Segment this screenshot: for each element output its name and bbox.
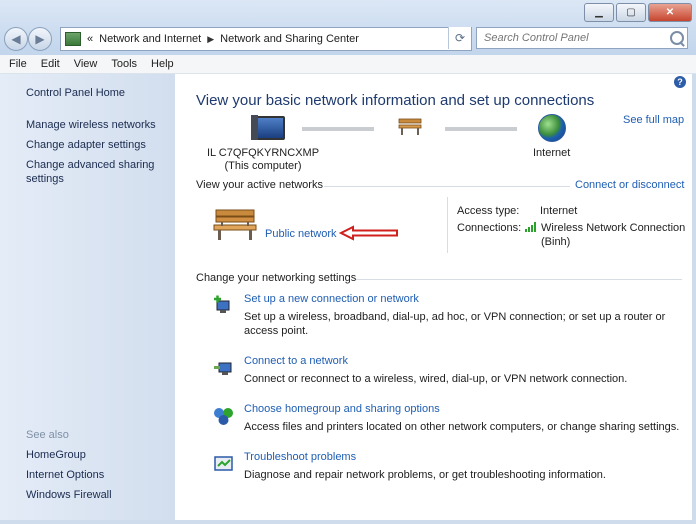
internet-options-link[interactable]: Internet Options bbox=[26, 468, 104, 482]
recent-locations-chevron[interactable]: « bbox=[87, 33, 93, 45]
bench-icon bbox=[398, 118, 422, 135]
maximize-button[interactable]: ▢ bbox=[616, 3, 646, 22]
internet-globe-icon bbox=[538, 114, 566, 142]
public-network-link[interactable]: Public network bbox=[265, 228, 337, 240]
access-type-label: Access type: bbox=[457, 205, 520, 217]
control-panel-home-link[interactable]: Control Panel Home bbox=[26, 86, 125, 100]
homegroup-sharing-description: Access files and printers located on oth… bbox=[244, 421, 680, 433]
main-content: ? View your basic network information an… bbox=[175, 74, 692, 520]
search-box[interactable] bbox=[476, 27, 688, 49]
menu-bar: File Edit View Tools Help bbox=[0, 55, 696, 74]
public-network-bench-icon bbox=[213, 209, 257, 240]
connect-to-network-link[interactable]: Connect to a network bbox=[244, 355, 348, 367]
wireless-connection-name-link[interactable]: (Binh) bbox=[541, 236, 570, 248]
change-advanced-sharing-link-line2[interactable]: settings bbox=[26, 172, 64, 186]
section-divider bbox=[356, 279, 682, 280]
manage-wireless-networks-link[interactable]: Manage wireless networks bbox=[26, 118, 156, 132]
back-arrow-icon: ◀ bbox=[11, 32, 21, 46]
menu-view[interactable]: View bbox=[67, 58, 105, 70]
forward-arrow-icon: ▶ bbox=[35, 32, 45, 46]
homegroup-link[interactable]: HomeGroup bbox=[26, 448, 86, 462]
back-button[interactable]: ◀ bbox=[4, 27, 28, 51]
window-controls: ▁ ▢ ✕ bbox=[584, 3, 692, 22]
computer-icon bbox=[251, 115, 285, 140]
setup-connection-icon bbox=[214, 295, 230, 313]
menu-tools[interactable]: Tools bbox=[104, 58, 144, 70]
computer-name-text: IL C7QFQKYRNCXMP bbox=[206, 147, 320, 159]
menu-edit[interactable]: Edit bbox=[34, 58, 67, 70]
change-advanced-sharing-link[interactable]: Change advanced sharing bbox=[26, 158, 154, 172]
title-bar: ▁ ▢ ✕ ◀ ▶ « Network and Internet ▶ Netwo… bbox=[0, 0, 696, 56]
connect-to-network-description: Connect or reconnect to a wireless, wire… bbox=[244, 373, 628, 385]
see-full-map-link[interactable]: See full map bbox=[623, 114, 684, 126]
active-networks-heading: View your active networks bbox=[196, 179, 323, 191]
connect-network-icon bbox=[214, 362, 232, 375]
troubleshoot-link[interactable]: Troubleshoot problems bbox=[244, 451, 356, 463]
refresh-button[interactable]: ⟳ bbox=[448, 27, 471, 49]
refresh-icon: ⟳ bbox=[454, 31, 466, 45]
windows-firewall-link[interactable]: Windows Firewall bbox=[26, 488, 112, 502]
homegroup-icon bbox=[214, 408, 233, 425]
minimize-button[interactable]: ▁ bbox=[584, 3, 614, 22]
menu-file[interactable]: File bbox=[0, 58, 34, 70]
close-button[interactable]: ✕ bbox=[648, 3, 692, 22]
address-bar[interactable]: « Network and Internet ▶ Network and Sha… bbox=[60, 27, 472, 51]
change-settings-heading: Change your networking settings bbox=[196, 272, 357, 284]
breadcrumb-network-and-internet[interactable]: Network and Internet bbox=[99, 33, 201, 45]
breadcrumb-network-sharing-center[interactable]: Network and Sharing Center bbox=[220, 33, 359, 45]
search-input[interactable] bbox=[477, 31, 666, 45]
search-icon[interactable] bbox=[670, 31, 684, 45]
internet-label: Internet bbox=[533, 147, 571, 159]
troubleshoot-icon bbox=[214, 456, 233, 471]
troubleshoot-description: Diagnose and repair network problems, or… bbox=[244, 469, 606, 481]
wireless-connection-link[interactable]: Wireless Network Connection bbox=[541, 222, 685, 234]
control-panel-icon bbox=[65, 32, 81, 46]
this-computer-label: (This computer) bbox=[224, 160, 302, 172]
setup-connection-link[interactable]: Set up a new connection or network bbox=[244, 293, 419, 305]
connections-label: Connections: bbox=[457, 222, 522, 234]
connect-or-disconnect-link[interactable]: Connect or disconnect bbox=[575, 179, 684, 191]
setup-connection-description: Set up a wireless, broadband, dial-up, a… bbox=[244, 311, 666, 337]
access-type-value: Internet bbox=[540, 205, 578, 217]
map-connector-line bbox=[445, 127, 517, 131]
menu-help[interactable]: Help bbox=[144, 58, 181, 70]
vertical-divider bbox=[447, 197, 448, 253]
change-adapter-settings-link[interactable]: Change adapter settings bbox=[26, 138, 146, 152]
homegroup-sharing-link[interactable]: Choose homegroup and sharing options bbox=[244, 403, 440, 415]
annotation-arrow-icon bbox=[339, 225, 398, 241]
breadcrumb-separator-icon[interactable]: ▶ bbox=[207, 34, 214, 45]
map-connector-line bbox=[302, 127, 374, 131]
left-navigation-pane: Control Panel Home Manage wireless netwo… bbox=[0, 74, 175, 520]
computer-name: IL C7QFQKYRNCXMP (This computer) bbox=[198, 147, 328, 173]
help-icon[interactable]: ? bbox=[674, 76, 686, 88]
wireless-signal-icon bbox=[525, 222, 536, 232]
page-title: View your basic network information and … bbox=[196, 92, 595, 109]
see-also-heading: See also bbox=[26, 429, 69, 441]
section-divider bbox=[324, 186, 570, 187]
forward-button[interactable]: ▶ bbox=[28, 27, 52, 51]
